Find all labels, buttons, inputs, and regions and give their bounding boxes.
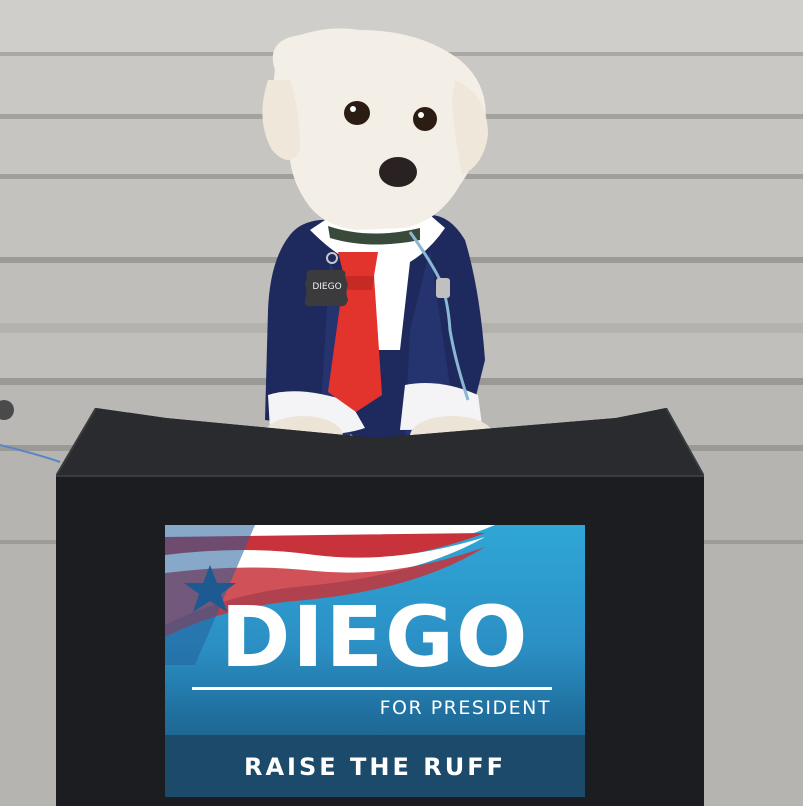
dog-head bbox=[272, 28, 486, 231]
photo-scene: DIEGO DIEGO FOR PRESIDENT RAISE THE RUFF bbox=[0, 0, 803, 806]
dog-tag-label: DIEGO bbox=[312, 282, 342, 292]
sign-divider bbox=[192, 687, 552, 690]
nose bbox=[379, 157, 417, 187]
left-eye bbox=[344, 101, 370, 125]
right-eye bbox=[413, 107, 437, 131]
sign-candidate-name: DIEGO bbox=[220, 588, 530, 686]
sign-slogan: RAISE THE RUFF bbox=[244, 753, 506, 781]
campaign-sign: DIEGO FOR PRESIDENT RAISE THE RUFF bbox=[165, 525, 585, 797]
sign-subtitle: FOR PRESIDENT bbox=[379, 697, 551, 719]
